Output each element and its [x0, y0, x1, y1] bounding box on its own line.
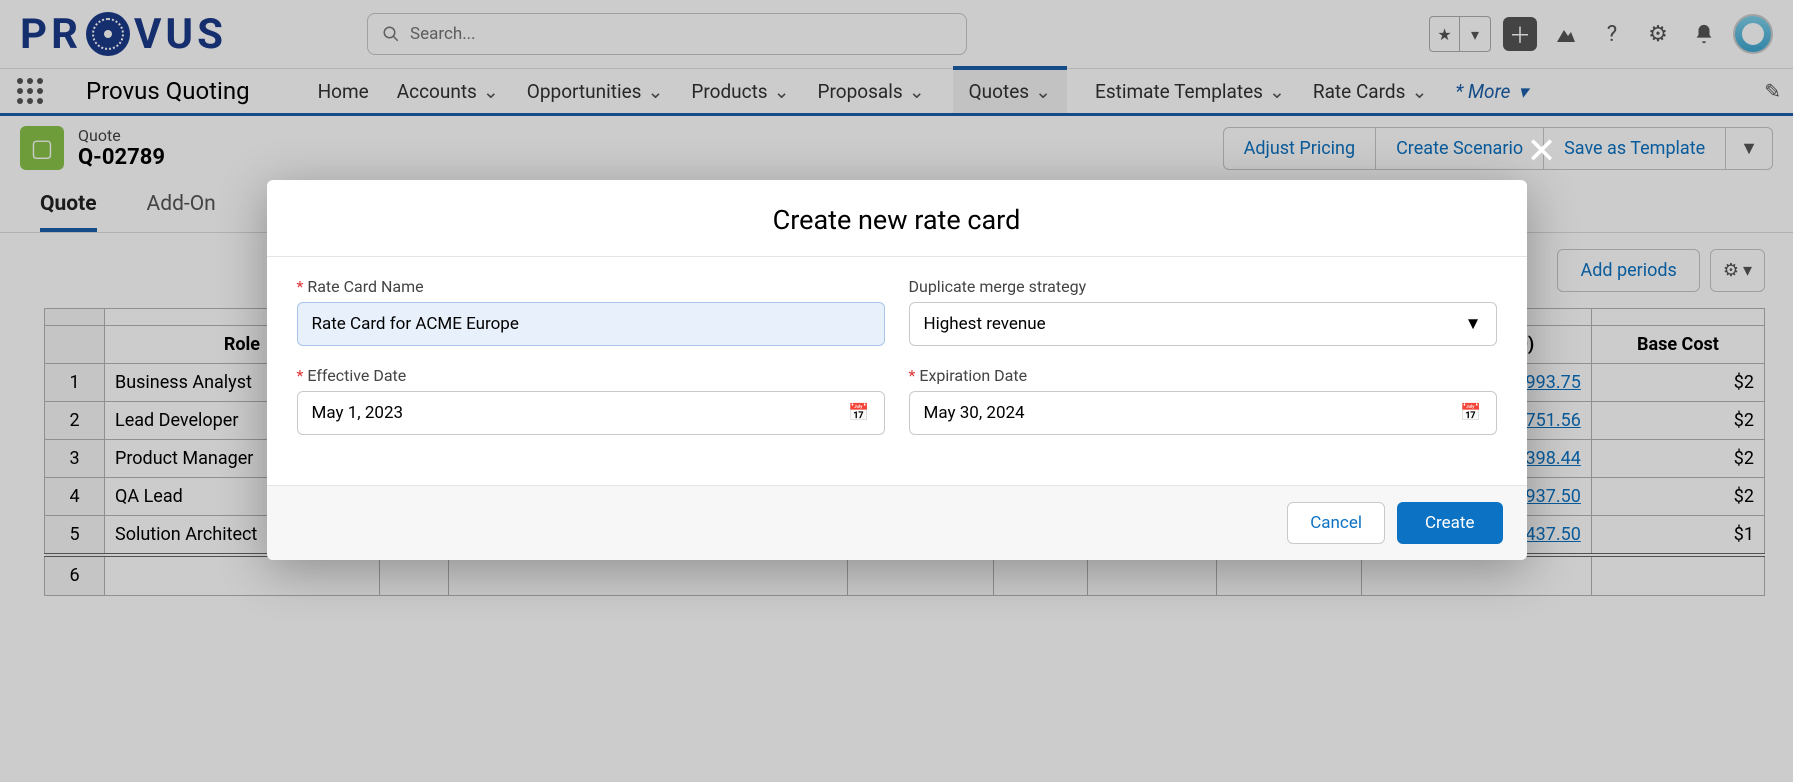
create-button[interactable]: Create	[1397, 502, 1503, 544]
effective-date-label: Effective Date	[297, 366, 885, 385]
modal-title: Create new rate card	[267, 180, 1527, 257]
rate-card-name-input[interactable]: Rate Card for ACME Europe	[297, 302, 885, 346]
calendar-icon[interactable]: 📅	[848, 403, 869, 423]
expiration-date-input[interactable]: May 30, 2024📅	[909, 391, 1497, 435]
duplicate-strategy-label: Duplicate merge strategy	[909, 277, 1497, 296]
rate-card-name-label: Rate Card Name	[297, 277, 885, 296]
cancel-button[interactable]: Cancel	[1287, 502, 1385, 544]
calendar-icon[interactable]: 📅	[1460, 403, 1481, 423]
modal-close-button[interactable]: ✕	[1527, 130, 1557, 172]
create-rate-card-modal: Create new rate card Rate Card Name Rate…	[267, 180, 1527, 560]
effective-date-input[interactable]: May 1, 2023📅	[297, 391, 885, 435]
expiration-date-label: Expiration Date	[909, 366, 1497, 385]
duplicate-strategy-select[interactable]: Highest revenue▼	[909, 302, 1497, 346]
chevron-down-icon: ▼	[1465, 314, 1482, 334]
